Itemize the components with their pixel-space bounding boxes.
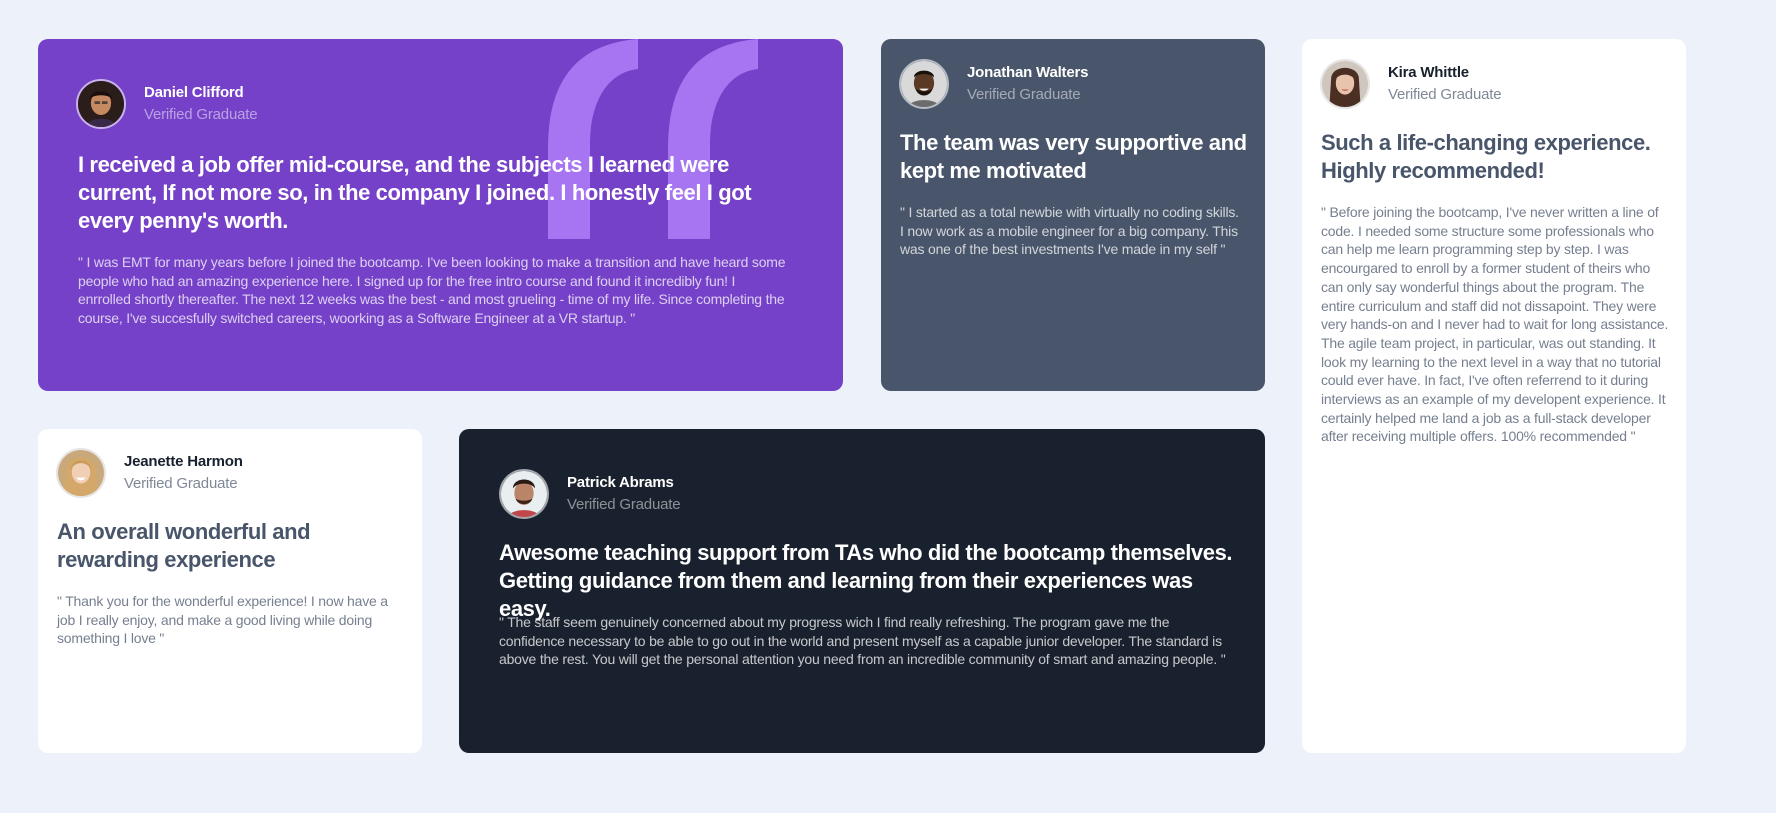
author-role: Verified Graduate [124, 475, 238, 492]
author-role: Verified Graduate [567, 496, 681, 513]
author-name: Patrick Abrams [567, 474, 674, 491]
testimonial-body: " Thank you for the wonderful experience… [57, 593, 388, 647]
author-name: Jeanette Harmon [124, 453, 243, 470]
author-header: Jeanette Harmon Verified Graduate [56, 448, 243, 498]
testimonial-card-patrick: Patrick Abrams Verified Graduate Awesome… [459, 429, 1265, 753]
testimonial-body: " I was EMT for many years before I join… [78, 254, 786, 327]
avatar-kira [1320, 59, 1370, 109]
testimonial-headline: Awesome teaching support from TAs who di… [499, 540, 1233, 621]
avatar-patrick [499, 469, 549, 519]
testimonial-headline: I received a job offer mid-course, and t… [78, 152, 752, 233]
testimonial-card-jeanette: Jeanette Harmon Verified Graduate An ove… [38, 429, 422, 753]
testimonial-headline: Such a life-changing experience. Highly … [1321, 130, 1651, 183]
avatar-jeanette [56, 448, 106, 498]
testimonial-body: " The staff seem genuinely concerned abo… [499, 614, 1226, 668]
author-role: Verified Graduate [144, 106, 258, 123]
testimonial-card-jonathan: Jonathan Walters Verified Graduate The t… [881, 39, 1265, 391]
testimonial-body: " Before joining the bootcamp, I've neve… [1321, 204, 1669, 445]
testimonial-headline: An overall wonderful and rewarding exper… [57, 519, 311, 572]
author-name: Daniel Clifford [144, 84, 244, 101]
author-header: Daniel Clifford Verified Graduate [76, 79, 258, 129]
author-header: Patrick Abrams Verified Graduate [499, 469, 681, 519]
avatar-daniel [76, 79, 126, 129]
author-header: Kira Whittle Verified Graduate [1320, 59, 1502, 109]
author-name: Jonathan Walters [967, 64, 1089, 81]
author-role: Verified Graduate [1388, 86, 1502, 103]
author-name: Kira Whittle [1388, 64, 1469, 81]
avatar-jonathan [899, 59, 949, 109]
testimonial-card-daniel: Daniel Clifford Verified Graduate I rece… [38, 39, 843, 391]
testimonial-card-kira: Kira Whittle Verified Graduate Such a li… [1302, 39, 1686, 753]
author-role: Verified Graduate [967, 86, 1081, 103]
testimonial-headline: The team was very supportive and kept me… [900, 130, 1247, 183]
author-header: Jonathan Walters Verified Graduate [899, 59, 1088, 109]
testimonial-body: " I started as a total newbie with virtu… [900, 204, 1239, 258]
